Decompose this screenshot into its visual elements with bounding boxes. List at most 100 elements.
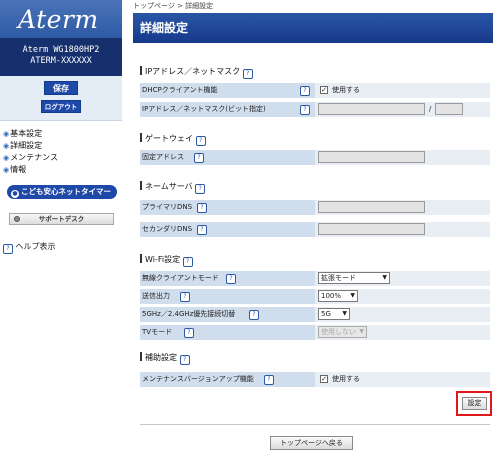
netmask-input[interactable] <box>435 103 463 115</box>
save-button[interactable]: 保存 <box>44 81 78 95</box>
sidebar-item-info[interactable]: ◉情報 <box>0 164 122 176</box>
dhcp-label: DHCPクライアント機能 <box>142 86 218 94</box>
maintenance-update-checkbox[interactable]: ✓ <box>320 375 328 383</box>
client-mode-select[interactable]: 拡張モード ▼ <box>318 272 390 284</box>
row-label: IPアドレス／ネットマスク(ビット指定)? <box>140 102 315 117</box>
primary-dns-label: プライマリDNS <box>142 203 193 211</box>
secondary-dns-label: セカンダリDNS <box>142 225 193 233</box>
chevron-down-icon: ▼ <box>350 292 355 299</box>
chevron-down-icon: ▼ <box>342 310 347 317</box>
help-icon[interactable]: ? <box>264 375 274 385</box>
settei-highlight: 設定 <box>456 391 492 416</box>
section-title: ネームサーバ <box>145 182 193 191</box>
maintenance-update-label: メンテナンスバージョンアップ機能 <box>142 375 254 383</box>
help-icon[interactable]: ? <box>184 328 194 338</box>
row-secondary-dns: セカンダリDNS? <box>140 222 490 237</box>
gateway-input[interactable] <box>318 151 425 163</box>
sidebar-item-basic[interactable]: ◉基本設定 <box>0 128 122 140</box>
maintenance-update-checkbox-label: 使用する <box>332 375 360 383</box>
row-label: 無線クライアントモード? <box>140 271 315 286</box>
section-bar <box>140 66 142 75</box>
logout-button[interactable]: ログアウト <box>41 100 81 113</box>
bullet-icon: ◉ <box>3 142 10 150</box>
help-icon[interactable]: ? <box>182 257 193 267</box>
bullet-icon: ◉ <box>3 130 10 138</box>
support-icon <box>14 216 20 222</box>
logo-band: Aterm <box>0 0 122 38</box>
help-icon[interactable]: ? <box>300 86 310 96</box>
section-title: 補助設定 <box>145 353 177 362</box>
band-priority-label: 5GHz／2.4GHz優先接続切替 <box>142 310 236 318</box>
row-dhcp-client: DHCPクライアント機能? ✓ 使用する <box>140 83 490 98</box>
sidebar-item-label: 基本設定 <box>10 129 43 138</box>
ip-netmask-label: IPアドレス／ネットマスク(ビット指定) <box>142 105 266 113</box>
row-label: 5GHz／2.4GHz優先接続切替? <box>140 307 315 322</box>
row-tv-mode: TVモード? 使用しない ▼ <box>140 325 490 340</box>
row-ip-netmask: IPアドレス／ネットマスク(ビット指定)? / <box>140 102 490 117</box>
chevron-down-icon: ▼ <box>359 328 364 335</box>
row-wireless-client-mode: 無線クライアントモード? 拡張モード ▼ <box>140 271 490 286</box>
section-title: ゲートウェイ <box>145 134 193 143</box>
client-mode-value: 拡張モード <box>321 274 356 282</box>
help-icon[interactable]: ? <box>249 310 259 320</box>
help-display-link[interactable]: ? ヘルプ表示 <box>3 241 56 254</box>
sidebar-item-advanced[interactable]: ◉詳細設定 <box>0 140 122 152</box>
sidebar: Aterm Aterm WG1800HP2 ATERM-XXXXXX 保存 ログ… <box>0 0 122 465</box>
help-icon[interactable]: ? <box>195 184 206 194</box>
sidebar-menu: ◉基本設定 ◉詳細設定 ◉メンテナンス ◉情報 <box>0 128 122 176</box>
divider <box>140 424 490 425</box>
tv-mode-value: 使用しない <box>321 328 356 336</box>
row-label: TVモード? <box>140 325 315 340</box>
section-bar <box>140 254 142 263</box>
row-label: メンテナンスバージョンアップ機能? <box>140 372 315 387</box>
help-icon[interactable]: ? <box>180 292 190 302</box>
row-label: プライマリDNS? <box>140 200 315 215</box>
sidebar-item-label: 情報 <box>10 165 27 174</box>
secondary-dns-input[interactable] <box>318 223 425 235</box>
bullet-icon: ◉ <box>3 154 10 162</box>
section-wifi-header: Wi-Fi設定 ? <box>140 254 490 267</box>
row-maintenance-update: メンテナンスバージョンアップ機能? ✓ 使用する <box>140 372 490 387</box>
dhcp-checkbox-label: 使用する <box>332 86 360 94</box>
device-name: ATERM-XXXXXX <box>30 56 92 66</box>
support-label: サポートデスク <box>38 215 85 223</box>
kodomo-net-timer-button[interactable]: ● こども安心ネットタイマー <box>7 185 117 199</box>
band-priority-select[interactable]: 5G ▼ <box>318 308 350 320</box>
help-icon[interactable]: ? <box>194 153 204 163</box>
tv-mode-label: TVモード <box>142 328 173 336</box>
section-ip-header: IPアドレス／ネットマスク ? <box>140 66 490 79</box>
dhcp-checkbox[interactable]: ✓ <box>320 86 328 94</box>
help-icon[interactable]: ? <box>197 203 207 213</box>
help-icon[interactable]: ? <box>197 225 207 235</box>
help-icon[interactable]: ? <box>179 355 190 365</box>
help-icon[interactable]: ? <box>300 105 310 115</box>
row-label: DHCPクライアント機能? <box>140 83 315 98</box>
sidebar-item-maintenance[interactable]: ◉メンテナンス <box>0 152 122 164</box>
row-band-priority: 5GHz／2.4GHz優先接続切替? 5G ▼ <box>140 307 490 322</box>
primary-dns-input[interactable] <box>318 201 425 213</box>
row-label: 送信出力? <box>140 289 315 304</box>
help-icon[interactable]: ? <box>226 274 236 284</box>
ip-address-input[interactable] <box>318 103 425 115</box>
help-icon[interactable]: ? <box>195 136 206 146</box>
tx-power-value: 100% <box>321 292 342 300</box>
model-name: Aterm WG1800HP2 <box>22 45 100 55</box>
row-primary-dns: プライマリDNS? <box>140 200 490 215</box>
tv-mode-select: 使用しない ▼ <box>318 326 367 338</box>
band-priority-value: 5G <box>321 310 331 318</box>
page-title: 詳細設定 <box>133 13 493 43</box>
section-bar <box>140 181 142 190</box>
tx-power-select[interactable]: 100% ▼ <box>318 290 358 302</box>
apply-settings-button[interactable]: 設定 <box>462 397 487 410</box>
breadcrumb: トップページ > 詳細設定 <box>133 2 214 10</box>
support-desk-button[interactable]: サポートデスク <box>9 213 114 225</box>
section-title: IPアドレス／ネットマスク <box>145 67 241 76</box>
help-label: ヘルプ表示 <box>15 242 56 251</box>
fixed-address-label: 固定アドレス <box>142 153 184 161</box>
back-to-top-button[interactable]: トップページへ戻る <box>270 436 353 450</box>
help-icon[interactable]: ? <box>242 69 253 79</box>
child-icon: ● <box>11 190 19 198</box>
aterm-logo: Aterm <box>18 4 99 34</box>
row-label: セカンダリDNS? <box>140 222 315 237</box>
section-aux-header: 補助設定 ? <box>140 352 490 365</box>
